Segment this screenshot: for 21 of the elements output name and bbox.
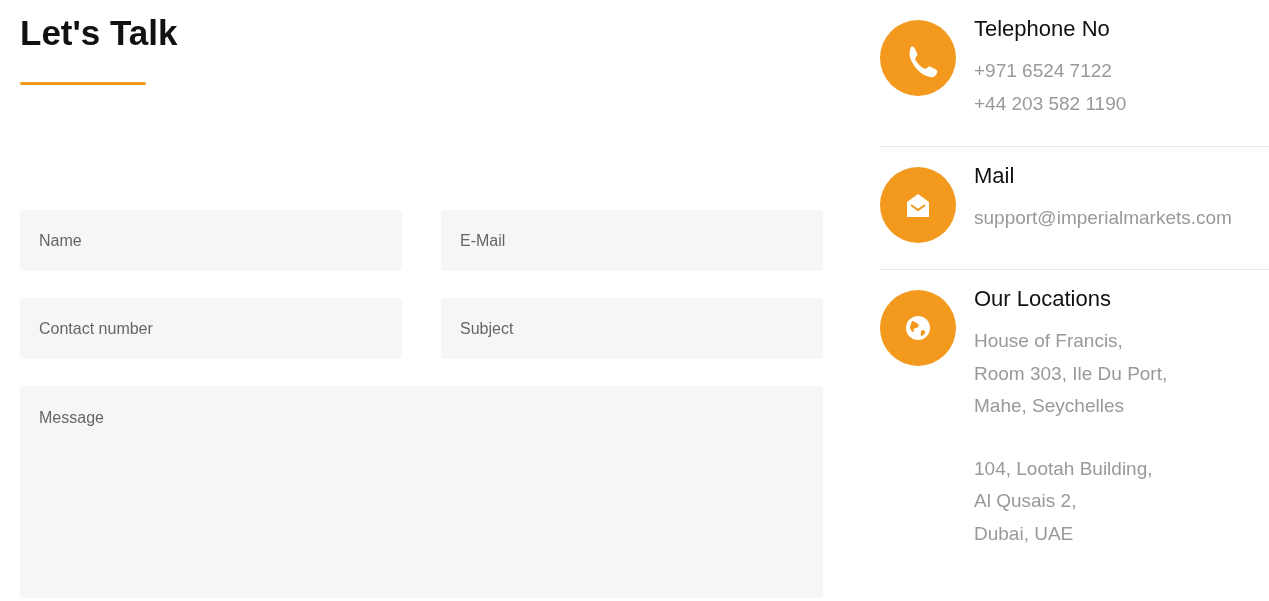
contact-heading: Our Locations [974, 285, 1112, 313]
contact-detail: +44 203 582 1190 [974, 91, 1127, 116]
contact-detail: Al Qusais 2, [974, 489, 1078, 513]
message-field[interactable]: Message [20, 386, 823, 598]
contact-detail: House of Francis, [974, 329, 1124, 353]
page-title: Let's Talk [20, 12, 179, 54]
input-field[interactable]: Name [20, 210, 402, 271]
input-field[interactable]: E-Mail [441, 210, 823, 271]
envelope-icon [880, 167, 956, 243]
input-field[interactable]: Contact number [20, 298, 402, 359]
globe-icon [880, 290, 956, 366]
contact-detail: Room 303, Ile Du Port, [974, 361, 1168, 386]
phone-icon [880, 20, 956, 96]
contact-detail: Mahe, Seychelles [974, 394, 1125, 418]
contact-heading: Telephone No [974, 15, 1111, 43]
contact-detail: support@imperialmarkets.com [974, 206, 1232, 230]
contact-detail: 104, Lootah Building, [974, 456, 1154, 481]
contact-detail: Dubai, UAE [974, 521, 1075, 546]
contact-heading: Mail [974, 162, 1016, 190]
input-field[interactable]: Subject [441, 298, 823, 359]
contact-detail: +971 6524 7122 [974, 59, 1113, 83]
